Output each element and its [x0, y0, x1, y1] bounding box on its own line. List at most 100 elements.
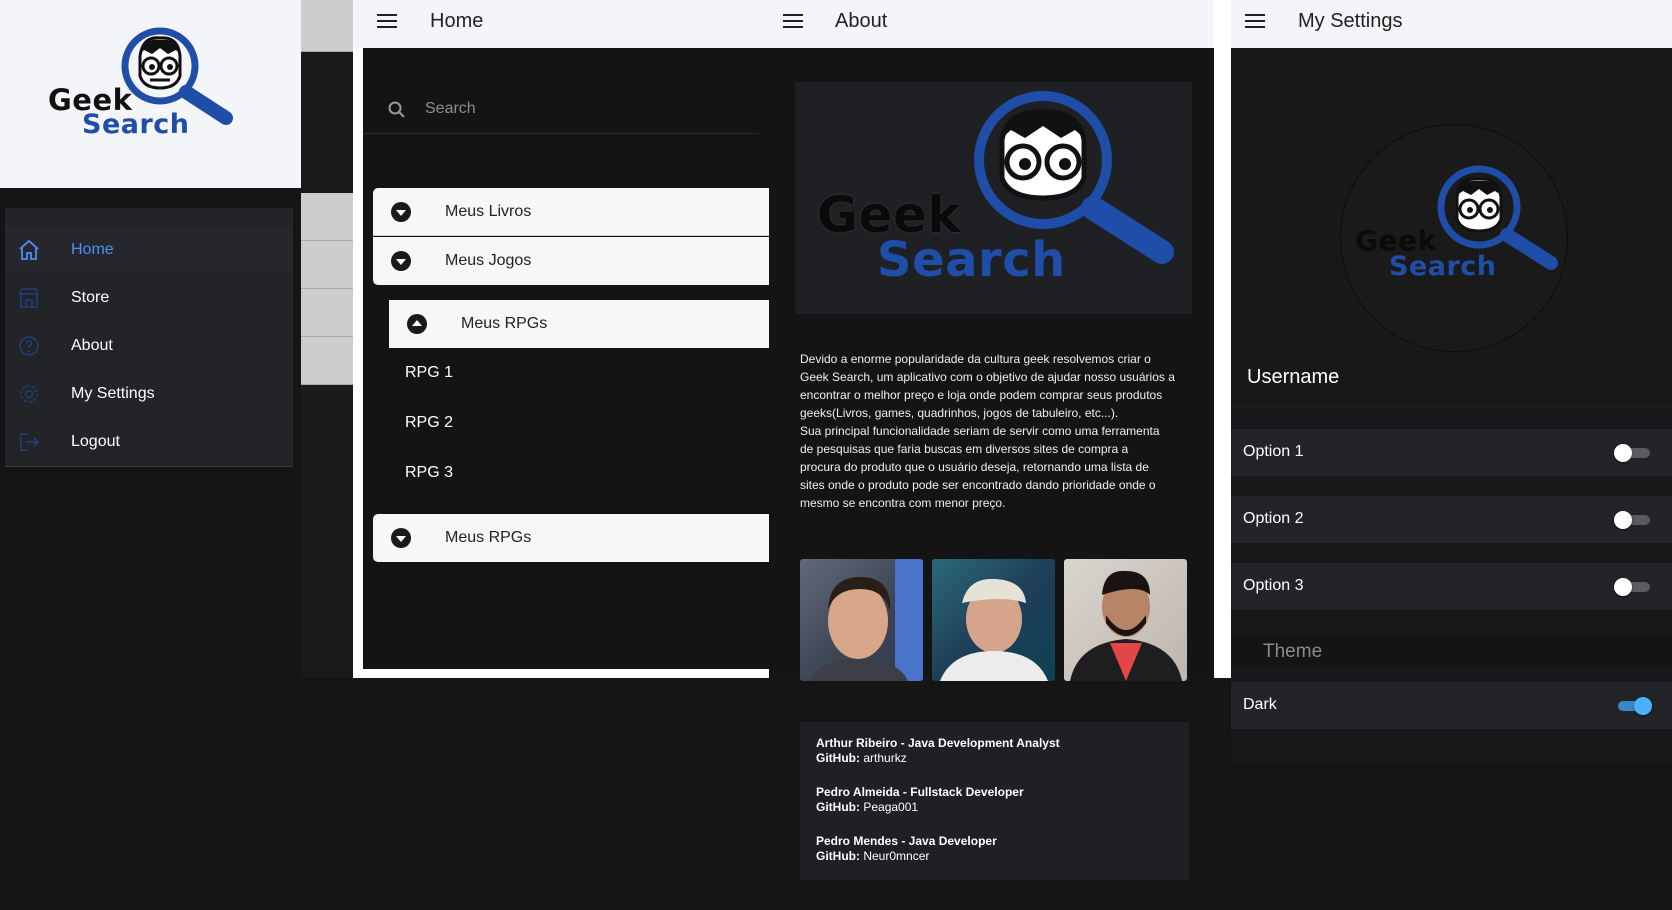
hamburger-menu-icon[interactable] [1245, 14, 1265, 28]
menu-item-label: My Settings [71, 384, 155, 402]
accordion-label: Meus Jogos [445, 252, 532, 269]
description-line: encontrar o melhor preço e loja onde pod… [800, 388, 1163, 402]
rpg-list: RPG 1 RPG 2 RPG 3 [389, 348, 769, 498]
list-item[interactable]: RPG 1 [389, 348, 757, 398]
logo-word-search: Search [1389, 251, 1497, 282]
chevron-down-icon [391, 201, 411, 222]
divider [1231, 406, 1672, 407]
accordion-item-meus-rpgs[interactable]: Meus RPGs [373, 514, 769, 562]
settings-toolbar: My Settings [1231, 0, 1672, 48]
home-icon [19, 239, 39, 260]
member-github: GitHub: Peaga001 [816, 800, 1173, 815]
team-member: Arthur Ribeiro - Java Development Analys… [816, 736, 1173, 766]
github-handle: Peaga001 [863, 800, 919, 814]
about-logo-card: Geek Search [795, 82, 1192, 314]
about-description: Devido a enorme popularidade da cultura … [800, 350, 1192, 512]
help-circle-icon [19, 336, 39, 356]
menu-header: Geek Search [0, 0, 301, 188]
accordion-item-meus-jogos[interactable]: Meus Jogos [373, 237, 769, 285]
backdrop-strip [301, 289, 353, 337]
search-icon [388, 101, 405, 118]
geek-search-logo: Geek Search [817, 82, 1187, 314]
list-item[interactable]: RPG 2 [389, 398, 757, 448]
accordion-item-meus-rpgs-expanded[interactable]: Meus RPGs [389, 300, 769, 348]
description-line: Devido a enorme popularidade da cultura … [800, 352, 1151, 366]
team-photo-1 [800, 559, 923, 681]
list-item-label: RPG 2 [405, 414, 454, 431]
menu-item-store[interactable]: Store [5, 274, 293, 321]
member-github: GitHub: arthurkz [816, 751, 1173, 766]
backdrop-strip [301, 241, 353, 289]
divider [1214, 0, 1231, 678]
member-name: Pedro Mendes - Java Developer [816, 834, 997, 848]
option-3-toggle[interactable] [1614, 578, 1650, 596]
description-line: Geek Search, um aplicativo com o objetiv… [800, 370, 1175, 384]
logo-word-search: Search [82, 109, 190, 140]
list-item-label: RPG 3 [405, 464, 454, 481]
github-label: GitHub: [816, 849, 860, 863]
side-menu: Home Store About My Settings Logout [5, 208, 293, 467]
page-title: Home [430, 10, 484, 32]
member-name: Arthur Ribeiro - Java Development Analys… [816, 736, 1060, 750]
member-github: GitHub: Neur0mncer [816, 849, 1173, 864]
backdrop-strip [301, 0, 353, 52]
chevron-down-icon [391, 528, 411, 548]
list-item-label: RPG 1 [405, 364, 454, 381]
backdrop-strip [301, 193, 353, 241]
chevron-up-icon [407, 314, 427, 334]
username-label: Username [1247, 366, 1340, 388]
option-1-toggle[interactable] [1614, 444, 1650, 462]
accordion-label: Meus Livros [445, 202, 532, 220]
description-line: mesmo se encontra com menor preço. [800, 496, 1006, 510]
search-bar[interactable]: Search [363, 82, 759, 134]
chevron-down-icon [391, 251, 411, 271]
option-label: Dark [1243, 696, 1277, 713]
avatar[interactable]: Geek Search [1340, 124, 1568, 352]
page-title: About [835, 10, 888, 32]
menu-item-label: Logout [71, 432, 120, 450]
menu-item-my-settings[interactable]: My Settings [5, 370, 293, 417]
menu-item-label: Home [71, 240, 114, 258]
logo-word-search: Search [877, 232, 1066, 288]
theme-section-header: Theme [1231, 636, 1672, 666]
setting-dark-theme: Dark [1231, 682, 1672, 729]
github-handle: arthurkz [863, 751, 907, 765]
list-item[interactable]: RPG 3 [389, 448, 757, 498]
accordion-label: Meus RPGs [445, 529, 532, 546]
option-label: Option 1 [1243, 443, 1304, 460]
about-toolbar: About [769, 0, 1214, 48]
store-icon [18, 288, 40, 308]
hamburger-menu-icon[interactable] [783, 14, 803, 28]
search-input[interactable]: Search [425, 100, 476, 118]
description-line: Sua principal funcionalidade seriam de s… [800, 424, 1160, 438]
home-screen: Home Search Meus Livros Meus Jogos Meus … [353, 0, 769, 678]
dark-theme-toggle[interactable] [1614, 697, 1652, 715]
gear-icon [20, 385, 38, 403]
menu-item-label: About [71, 336, 113, 354]
page-title: My Settings [1298, 10, 1403, 32]
menu-item-about[interactable]: About [5, 322, 293, 369]
home-toolbar: Home [353, 0, 769, 48]
accordion-item-meus-livros[interactable]: Meus Livros [373, 188, 769, 236]
backdrop-strip [301, 337, 353, 385]
github-label: GitHub: [816, 751, 860, 765]
option-label: Option 2 [1243, 510, 1304, 527]
geek-search-logo: Geek Search [48, 24, 248, 144]
menu-item-logout[interactable]: Logout [5, 418, 293, 465]
member-name: Pedro Almeida - Fullstack Developer [816, 785, 1024, 799]
team-card: Arthur Ribeiro - Java Development Analys… [800, 722, 1189, 880]
setting-option-1: Option 1 [1231, 429, 1672, 476]
github-handle: Neur0mncer [863, 849, 930, 863]
theme-header-label: Theme [1263, 641, 1323, 662]
geek-search-logo: Geek Search [1355, 165, 1565, 295]
team-photo-3 [1064, 559, 1187, 681]
github-label: GitHub: [816, 800, 860, 814]
accordion-label: Meus RPGs [461, 315, 548, 332]
team-member: Pedro Almeida - Fullstack Developer GitH… [816, 785, 1173, 815]
setting-option-2: Option 2 [1231, 496, 1672, 543]
setting-option-3: Option 3 [1231, 563, 1672, 610]
description-line: geeks(Livros, games, quadrinhos, jogos d… [800, 406, 1119, 420]
hamburger-menu-icon[interactable] [377, 14, 397, 28]
option-2-toggle[interactable] [1614, 511, 1650, 529]
menu-item-home[interactable]: Home [5, 226, 293, 273]
